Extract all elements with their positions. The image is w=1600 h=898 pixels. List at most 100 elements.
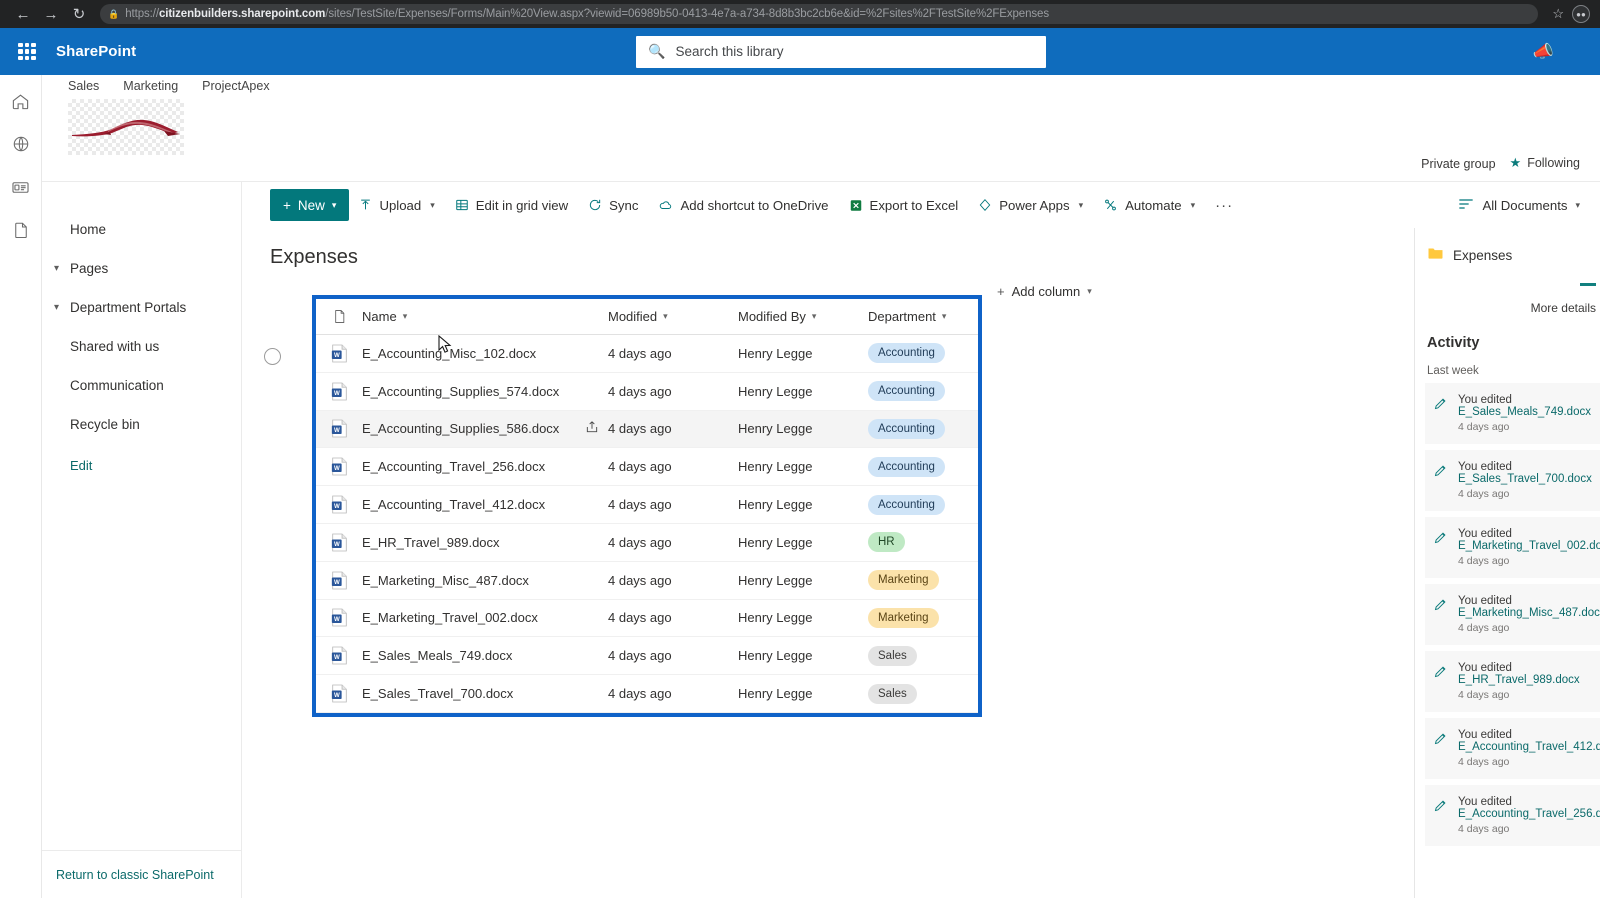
file-name-cell[interactable]: E_Accounting_Travel_412.docx [362, 497, 608, 512]
overflow-icon: ··· [1215, 196, 1234, 214]
activity-file-link[interactable]: E_Sales_Travel_700.docx [1458, 473, 1592, 485]
status-badge: Sales [868, 683, 917, 704]
search-input[interactable] [675, 44, 1034, 59]
row-select-circle[interactable] [264, 348, 281, 365]
file-name-cell[interactable]: E_Marketing_Travel_002.docx [362, 610, 608, 625]
add-column-button[interactable]: + Add column ▾ [997, 284, 1092, 299]
department-cell: Accounting [868, 418, 978, 439]
top-nav-item-sales[interactable]: Sales [68, 79, 99, 93]
modified-cell: 4 days ago [608, 345, 672, 361]
file-name-cell[interactable]: E_Sales_Travel_700.docx [362, 686, 608, 701]
more-details-button[interactable]: More details [1425, 281, 1600, 317]
sidebar-item-edit[interactable]: Edit [42, 444, 241, 483]
activity-item[interactable]: You edited E_Sales_Travel_700.docx 4 day… [1425, 450, 1600, 511]
activity-file-link[interactable]: E_HR_Travel_989.docx [1458, 674, 1580, 686]
table-row[interactable]: W E_Marketing_Travel_002.docx 4 days ago… [316, 600, 978, 638]
file-name-cell[interactable]: E_Accounting_Misc_102.docx [362, 346, 608, 361]
table-row[interactable]: W E_Accounting_Supplies_586.docx 4 days … [316, 410, 978, 449]
file-name-cell[interactable]: E_Accounting_Supplies_586.docx [362, 419, 608, 438]
modified-cell: 4 days ago [608, 610, 672, 626]
activity-item[interactable]: You edited E_Marketing_Travel_002.docx 4… [1425, 517, 1600, 578]
svg-text:W: W [334, 465, 340, 472]
activity-file-link[interactable]: E_Accounting_Travel_412.docx [1458, 741, 1600, 753]
activity-file-link[interactable]: E_Accounting_Travel_256.docx [1458, 808, 1600, 820]
feedback-megaphone-icon[interactable]: 📣 [1533, 42, 1554, 62]
sync-button[interactable]: Sync [578, 189, 648, 221]
chevron-down-icon: ▾ [54, 302, 60, 313]
column-header-modified-by[interactable]: Modified By ▾ [738, 309, 868, 324]
home-icon[interactable] [9, 89, 33, 113]
svg-text:W: W [334, 692, 340, 699]
activity-item[interactable]: You edited E_Accounting_Travel_412.docx … [1425, 718, 1600, 779]
table-row[interactable]: W E_Sales_Meals_749.docx 4 days ago Henr… [316, 637, 978, 676]
return-to-classic-sharepoint-link[interactable]: Return to classic SharePoint [56, 868, 214, 882]
table-row[interactable]: W E_Accounting_Supplies_574.docx 4 days … [316, 373, 978, 411]
sidebar-item-department-portals[interactable]: ▾ Department Portals [42, 288, 241, 327]
file-name-label: E_Marketing_Misc_487.docx [362, 572, 529, 588]
edit-in-grid-view-button[interactable]: Edit in grid view [445, 189, 578, 221]
activity-item[interactable]: You edited E_Sales_Meals_749.docx 4 days… [1425, 383, 1600, 444]
share-icon[interactable] [585, 420, 599, 437]
table-row[interactable]: W E_Accounting_Travel_412.docx 4 days ag… [316, 486, 978, 524]
add-shortcut-to-onedrive-button[interactable]: Add shortcut to OneDrive [648, 189, 838, 221]
back-arrow-icon[interactable]: ← [10, 2, 36, 26]
activity-action: You edited [1458, 528, 1512, 540]
column-header-name[interactable]: Name ▾ [362, 309, 608, 324]
activity-file-link[interactable]: E_Sales_Meals_749.docx [1458, 406, 1591, 418]
details-pane: Expenses More details Activity Last week… [1414, 228, 1600, 898]
modified-by-cell: Henry Legge [738, 345, 813, 361]
file-type-column-icon[interactable] [316, 309, 362, 324]
sidebar-item-shared-with-us[interactable]: Shared with us [42, 327, 241, 366]
forward-arrow-icon[interactable]: → [38, 2, 64, 26]
new-button[interactable]: + New ▾ [270, 189, 350, 221]
modified-by-cell: Henry Legge [738, 686, 813, 702]
upload-button[interactable]: Upload ▾ [349, 189, 444, 221]
document-icon[interactable] [9, 218, 33, 242]
activity-item[interactable]: You edited E_HR_Travel_989.docx 4 days a… [1425, 651, 1600, 712]
app-launcher-icon[interactable] [16, 41, 38, 63]
browser-profile-avatar[interactable]: ●● [1572, 5, 1590, 23]
table-row[interactable]: W E_HR_Travel_989.docx 4 days ago Henry … [316, 524, 978, 562]
library-search-box[interactable]: 🔍 [636, 35, 1046, 68]
sidebar-item-communication[interactable]: Communication [42, 366, 241, 405]
address-bar[interactable]: 🔒 https://citizenbuilders.sharepoint.com… [100, 4, 1539, 24]
table-row[interactable]: W E_Sales_Travel_700.docx 4 days ago Hen… [316, 675, 978, 713]
view-selector-button[interactable]: All Documents ▾ [1458, 198, 1580, 213]
sidebar-item-recycle-bin[interactable]: Recycle bin [42, 405, 241, 444]
activity-action: You edited [1458, 461, 1512, 473]
news-icon[interactable] [9, 175, 33, 199]
more-commands-button[interactable]: ··· [1205, 189, 1243, 221]
activity-timestamp: 4 days ago [1458, 421, 1510, 433]
sidebar-item-pages[interactable]: ▾ Pages [42, 249, 241, 288]
main-content-column: Private group ★ Following + New ▾ Upload… [242, 75, 1600, 898]
column-header-modified[interactable]: Modified ▾ [608, 309, 738, 324]
bookmark-star-icon[interactable]: ☆ [1546, 6, 1570, 22]
sidebar-item-home[interactable]: Home [42, 210, 241, 249]
export-to-excel-button[interactable]: Export to Excel [839, 189, 969, 221]
file-name-cell[interactable]: E_HR_Travel_989.docx [362, 535, 608, 550]
sharepoint-brand-label[interactable]: SharePoint [56, 43, 136, 60]
activity-item[interactable]: You edited E_Accounting_Travel_256.docx … [1425, 785, 1600, 846]
power-apps-button[interactable]: Power Apps ▾ [968, 189, 1093, 221]
table-row[interactable]: W E_Accounting_Travel_256.docx 4 days ag… [316, 448, 978, 487]
activity-file-link[interactable]: E_Marketing_Travel_002.docx [1458, 540, 1600, 552]
file-name-cell[interactable]: E_Accounting_Supplies_574.docx [362, 384, 608, 399]
site-footer: Return to classic SharePoint [42, 850, 242, 898]
chevron-down-icon: ▾ [430, 199, 435, 210]
table-row[interactable]: W E_Marketing_Misc_487.docx 4 days ago H… [316, 562, 978, 600]
file-name-cell[interactable]: E_Sales_Meals_749.docx [362, 648, 608, 663]
activity-item[interactable]: You edited E_Marketing_Misc_487.docx 4 d… [1425, 584, 1600, 645]
file-name-cell[interactable]: E_Marketing_Misc_487.docx [362, 573, 608, 588]
table-row[interactable]: W E_Accounting_Misc_102.docx 4 days ago … [316, 335, 978, 373]
automate-button[interactable]: Automate ▾ [1093, 189, 1205, 221]
activity-file-link[interactable]: E_Marketing_Misc_487.docx [1458, 607, 1600, 619]
file-name-cell[interactable]: E_Accounting_Travel_256.docx [362, 459, 608, 474]
modified-by-cell: Henry Legge [738, 383, 813, 399]
department-cell: Sales [868, 645, 978, 666]
top-nav-item-marketing[interactable]: Marketing [123, 79, 178, 93]
file-name-label: E_Accounting_Travel_256.docx [362, 459, 546, 475]
globe-icon[interactable] [9, 132, 33, 156]
reload-icon[interactable]: ↻ [66, 2, 92, 26]
following-button[interactable]: ★ Following [1510, 155, 1580, 171]
column-header-department[interactable]: Department ▾ [868, 309, 978, 324]
